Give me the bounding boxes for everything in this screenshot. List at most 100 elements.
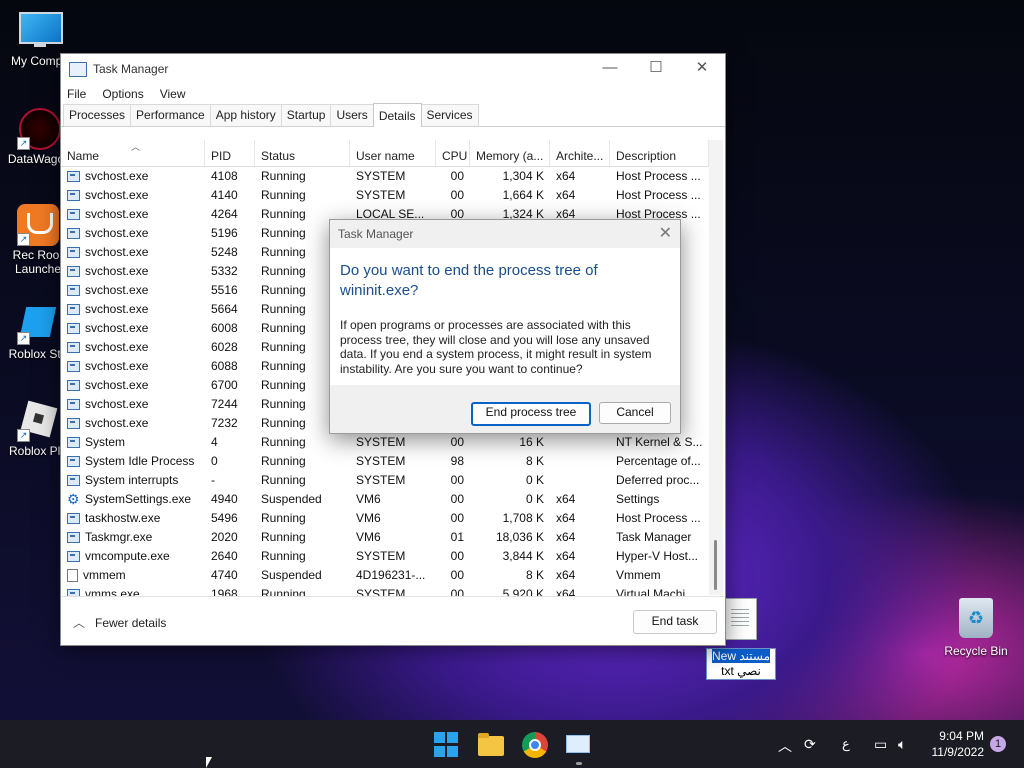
process-window-icon — [67, 532, 80, 543]
file-rename-label[interactable]: New مستند txt نصي — [706, 648, 776, 680]
column-header-architecture[interactable]: Archite... — [550, 140, 610, 166]
table-row[interactable]: svchost.exe 4108 Running SYSTEM 00 1,304 K x64… — [61, 167, 709, 186]
cell-name: System interrupts — [61, 471, 205, 490]
file-explorer-icon[interactable] — [478, 732, 504, 758]
cell-description: Deferred proc... — [616, 473, 700, 487]
clock-date: 11/9/2022 — [931, 745, 985, 759]
cell-pid: 5496 — [211, 511, 238, 525]
process-window-icon — [67, 361, 80, 372]
dialog-body: Do you want to end the process tree of w… — [330, 248, 680, 385]
table-row[interactable]: svchost.exe 4140 Running SYSTEM 00 1,664 K x64… — [61, 186, 709, 205]
column-header-user-name[interactable]: User name — [350, 140, 436, 166]
cell-name: Taskmgr.exe — [61, 528, 205, 547]
cell-pid: 6088 — [211, 359, 238, 373]
column-header-memory[interactable]: Memory (a... — [470, 140, 550, 166]
cell-user-name: VM6 — [356, 511, 381, 525]
table-row[interactable]: ⚙ SystemSettings.exe 4940 Suspended VM6 00 0 K… — [61, 490, 709, 509]
process-window-icon — [67, 456, 80, 467]
system-clock[interactable]: 9:04 PM 11/9/2022 — [932, 728, 985, 760]
cell-pid: 7232 — [211, 416, 238, 430]
tab-performance[interactable]: Performance — [130, 104, 211, 126]
chrome-icon[interactable] — [522, 732, 548, 758]
menu-options[interactable]: Options — [102, 87, 143, 101]
cell-pid: 2020 — [211, 530, 238, 544]
cell-architecture: x64 — [556, 188, 576, 202]
task-manager-icon — [69, 61, 87, 77]
volume-icon[interactable]: 🔈︎ — [898, 736, 906, 753]
table-row[interactable]: Taskmgr.exe 2020 Running VM6 01 18,036 K x64 Ta… — [61, 528, 709, 547]
cell-name: ⚙ SystemSettings.exe — [67, 491, 192, 507]
scrollbar-thumb[interactable] — [714, 540, 717, 590]
cell-pid: 5196 — [211, 226, 238, 240]
menu-view[interactable]: View — [160, 87, 186, 101]
cell-pid: 5332 — [211, 264, 238, 278]
cell-memory: 1,708 K — [502, 511, 544, 525]
cell-pid: 4140 — [211, 188, 238, 202]
dialog-close-icon[interactable]: ✕ — [659, 223, 672, 243]
monitor-icon — [17, 10, 63, 52]
shortcut-arrow-icon: ↗ — [17, 429, 30, 442]
tab-processes[interactable]: Processes — [63, 104, 132, 126]
cell-user-name: SYSTEM — [356, 169, 406, 183]
menu-file[interactable]: File — [67, 87, 86, 101]
cell-name: svchost.exe — [61, 167, 205, 186]
cell-cpu: 00 — [450, 473, 464, 487]
cell-pid: 4108 — [211, 169, 238, 183]
show-hidden-icons-chevron-icon[interactable]: ︿ — [778, 736, 792, 756]
cell-memory: 0 K — [525, 492, 544, 506]
settings-gear-icon: ⚙ — [67, 491, 80, 507]
tab-startup[interactable]: Startup — [280, 104, 332, 126]
cell-status: Running — [261, 188, 306, 202]
cell-architecture: x64 — [556, 511, 576, 525]
end-process-tree-button[interactable]: End process tree — [471, 402, 591, 426]
sync-icon[interactable]: ⟳ — [804, 736, 816, 753]
cell-pid: 0 — [211, 454, 218, 468]
dialog-heading: Do you want to end the process tree of w… — [340, 262, 598, 299]
process-window-icon — [67, 190, 80, 201]
fewer-details-label: Fewer details — [95, 616, 167, 630]
column-header-status[interactable]: Status — [255, 140, 350, 166]
table-row[interactable]: vmmem 4740 Suspended 4D196231-... 00 8 K x64 Vm… — [61, 566, 709, 585]
cancel-button[interactable]: Cancel — [599, 402, 671, 424]
cell-cpu: 98 — [450, 454, 464, 468]
column-header-cpu[interactable]: CPU — [436, 140, 470, 166]
end-process-tree-dialog: Task Manager ✕ Do you want to end the pr… — [329, 219, 681, 434]
tab-app-history[interactable]: App history — [209, 104, 282, 126]
cell-user-name: VM6 — [356, 492, 381, 506]
table-row[interactable]: System Idle Process 0 Running SYSTEM 98 8 K Pe… — [61, 452, 709, 471]
menu-bar: File Options View — [61, 84, 725, 104]
column-header-pid[interactable]: PID — [205, 140, 255, 166]
task-manager-taskbar-icon[interactable] — [566, 732, 592, 765]
taskbar: ︿ ⟳ ع ▭ 🔈︎ 9:04 PM 11/9/2022 1 — [0, 720, 1024, 768]
start-button-windows-icon[interactable] — [434, 732, 460, 758]
close-button[interactable]: ✕ — [679, 54, 725, 84]
vertical-scrollbar[interactable] — [709, 140, 723, 595]
minimize-button[interactable]: — — [587, 54, 633, 84]
cell-status: Running — [261, 169, 306, 183]
cell-pid: 5664 — [211, 302, 238, 316]
notification-badge[interactable]: 1 — [990, 736, 1006, 752]
fewer-details-link[interactable]: ︿ Fewer details — [73, 614, 166, 631]
table-row[interactable]: taskhostw.exe 5496 Running VM6 00 1,708 K x64 H… — [61, 509, 709, 528]
cell-user-name: SYSTEM — [356, 188, 406, 202]
cell-cpu: 00 — [450, 492, 464, 506]
cell-name: svchost.exe — [61, 243, 205, 262]
desktop-icon-recycle-bin[interactable]: ♻ Recycle Bin — [938, 598, 1014, 658]
network-icon[interactable]: ▭ — [874, 736, 887, 753]
table-row[interactable]: System 4 Running SYSTEM 00 16 K NT Kernel & S.… — [61, 433, 709, 452]
cell-pid: 6028 — [211, 340, 238, 354]
maximize-button[interactable]: ☐ — [633, 54, 679, 84]
shortcut-arrow-icon: ↗ — [17, 137, 30, 150]
input-language-indicator[interactable]: ع — [842, 736, 850, 752]
tab-details[interactable]: Details — [372, 103, 422, 127]
column-header-description[interactable]: Description — [610, 140, 709, 166]
cell-architecture: x64 — [556, 549, 576, 563]
tab-services[interactable]: Services — [420, 104, 479, 126]
tab-users[interactable]: Users — [330, 104, 374, 126]
table-row[interactable]: System interrupts - Running SYSTEM 00 0 K Defe… — [61, 471, 709, 490]
shortcut-arrow-icon: ↗ — [17, 332, 30, 345]
table-row[interactable]: vmcompute.exe 2640 Running SYSTEM 00 3,844 K x… — [61, 547, 709, 566]
cell-name: svchost.exe — [61, 376, 205, 395]
title-bar[interactable]: Task Manager — ☐ ✕ — [61, 54, 725, 84]
end-task-button[interactable]: End task — [633, 610, 717, 634]
